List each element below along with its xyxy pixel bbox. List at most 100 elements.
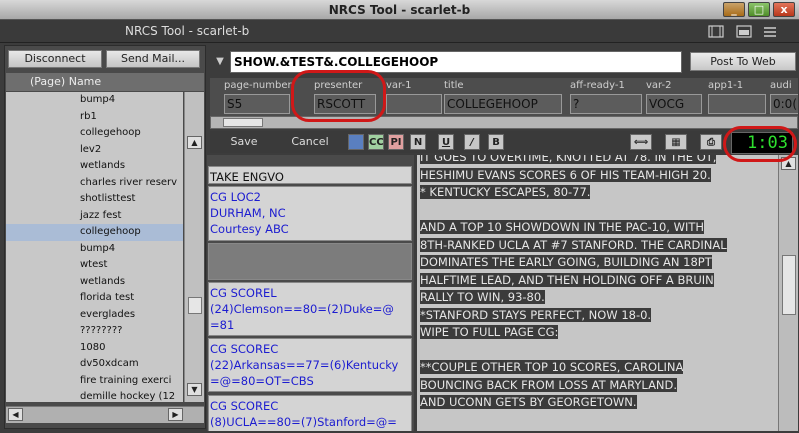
tool-subtitle-bar: NRCS Tool - scarlet-b [0, 20, 799, 43]
save-button[interactable]: Save [226, 134, 262, 150]
field-label: var-2 [646, 80, 672, 91]
cancel-button[interactable]: Cancel [288, 134, 332, 150]
story-title-field[interactable]: SHOW.&TEST&.COLLEGEHOOP [230, 51, 682, 73]
script-scroll-up-arrow[interactable]: ▲ [781, 157, 796, 170]
list-item[interactable]: dv50xdcam [6, 356, 183, 373]
italic-button[interactable]: / [464, 134, 480, 150]
list-item[interactable]: bump4 [6, 241, 183, 258]
script-line: *STANFORD STAYS PERFECT, NOW 18-0. [420, 307, 652, 323]
list-vertical-scrollbar[interactable]: ▲ ▼ [184, 92, 204, 402]
production-cue[interactable]: TAKE ENGVO [208, 166, 412, 184]
scroll-thumb[interactable] [188, 297, 202, 314]
production-cue[interactable]: CG SCOREL (24)Clemson==80=(2)Duke=@ =81 [208, 282, 412, 336]
maximize-button[interactable]: □ [748, 2, 770, 17]
list-item[interactable]: charles river reserv [6, 175, 183, 192]
field-app1-1: app1-1 [708, 80, 766, 114]
field-value-input[interactable]: RSCOTT [314, 94, 376, 114]
tool-subtitle: NRCS Tool - scarlet-b [125, 24, 250, 38]
script-copy-area[interactable]: IT GOES TO OVERTIME, KNOTTED AT 78. IN T… [417, 155, 778, 431]
script-line-text: AND A TOP 10 SHOWDOWN IN THE PAC-10, WIT… [420, 220, 705, 234]
presenter-mode-button[interactable] [348, 134, 364, 150]
list-item[interactable]: lev2 [6, 142, 183, 159]
list-item[interactable]: wetlands [6, 274, 183, 291]
list-item[interactable]: everglades [6, 307, 183, 324]
story-duration-timer: 1:03 [731, 132, 793, 154]
scroll-down-arrow[interactable]: ▼ [187, 383, 202, 396]
script-scroll-thumb[interactable] [782, 255, 796, 315]
list-horizontal-scrollbar[interactable]: ◀ ▶ [6, 406, 204, 423]
script-line-text: HESHIMU EVANS SCORES 6 OF HIS TEAM-HIGH … [420, 167, 711, 182]
field-value-input[interactable]: S5 [224, 94, 290, 114]
script-line: RALLY TO WIN, 93-80. [420, 289, 545, 305]
field-label: page-number [224, 80, 292, 91]
script-line-text: HALFTIME LEAD, AND THEN HOLDING OFF A BR… [420, 272, 714, 287]
scroll-up-arrow[interactable]: ▲ [187, 136, 202, 149]
window-titlebar: NRCS Tool - scarlet-b _ □ x [0, 0, 799, 20]
scroll-left-arrow[interactable]: ◀ [8, 408, 23, 421]
cc-button[interactable]: CC [368, 134, 384, 150]
column-header-page-name[interactable]: (Page) Name [6, 73, 204, 91]
story-form-fields: page-number S5 presenter RSCOTT var-1 title CO… [210, 78, 798, 116]
field-aff-ready-1: aff-ready-1? [570, 80, 642, 114]
send-mail-button[interactable]: Send Mail... [106, 50, 200, 68]
window-controls: _ □ x [723, 2, 795, 17]
script-line-text: AND UCONN GETS BY GEORGETOWN. [420, 395, 637, 409]
script-line-text: IT GOES TO OVERTIME, KNOTTED AT 78. IN T… [420, 155, 717, 164]
field-value-input[interactable]: 0:0( [770, 94, 798, 114]
field-label: audi [770, 80, 792, 91]
production-cue[interactable]: CG LOC2 DURHAM, NC Courtesy ABC [208, 186, 412, 241]
field-audi: audi 0:0( [770, 80, 798, 114]
field-value-input[interactable]: VOCG [646, 94, 702, 114]
production-cue[interactable] [208, 243, 412, 280]
fields-scroll-thumb[interactable] [223, 118, 263, 127]
list-item[interactable]: florida test [6, 290, 183, 307]
field-var-1: var-1 [386, 80, 442, 114]
field-label: var-1 [386, 80, 412, 91]
keyboard-icon[interactable]: ▦ [665, 134, 687, 150]
dock-icon[interactable] [736, 25, 752, 38]
menu-icon[interactable] [762, 25, 778, 38]
production-cue[interactable]: CG SCOREC (22)Arkansas==77=(6)Kentucky =… [208, 338, 412, 392]
pi-button[interactable]: PI [388, 134, 404, 150]
script-vertical-scrollbar[interactable]: ▲ [778, 155, 798, 431]
production-cue[interactable]: CG SCOREC (8)UCLA==80=(7)Stanford=@= [208, 395, 412, 431]
list-item[interactable]: demille hockey (12 [6, 389, 183, 402]
list-item[interactable]: ???????? [6, 323, 183, 340]
scroll-right-arrow[interactable]: ▶ [168, 408, 183, 421]
field-label: aff-ready-1 [570, 80, 625, 91]
disconnect-button[interactable]: Disconnect [8, 50, 102, 68]
script-toolbar: Save Cancel CC PI N U / B ⟺ ▦ ⎙ 1:03 [210, 131, 798, 154]
list-item[interactable]: wtest [6, 257, 183, 274]
film-icon[interactable] [708, 25, 724, 38]
field-value-input[interactable]: ? [570, 94, 642, 114]
field-value-input[interactable] [386, 94, 442, 114]
chevron-down-icon[interactable]: ▼ [212, 52, 228, 72]
minimize-button[interactable]: _ [723, 2, 745, 17]
list-item[interactable]: jazz fest [6, 208, 183, 225]
field-value-input[interactable]: COLLEGEHOOP [444, 94, 562, 114]
script-line: **COUPLE OTHER TOP 10 SCORES, CAROLINA [420, 359, 684, 375]
fields-horizontal-scrollbar[interactable] [210, 116, 798, 129]
script-line-text: *STANFORD STAYS PERFECT, NOW 18-0. [420, 307, 652, 322]
script-line: * KENTUCKY ESCAPES, 80-77. [420, 184, 591, 200]
script-line-text: RALLY TO WIN, 93-80. [420, 290, 545, 304]
field-value-input[interactable] [708, 94, 766, 114]
bold-button[interactable]: B [488, 134, 504, 150]
list-item[interactable]: wetlands [6, 158, 183, 175]
script-line: 8TH-RANKED UCLA AT #7 STANFORD. THE CARD… [420, 237, 727, 253]
list-item[interactable]: bump4 [6, 92, 183, 109]
list-item[interactable]: fire training exerci [6, 373, 183, 390]
story-header: ▼ SHOW.&TEST&.COLLEGEHOOP Post To Web [210, 48, 798, 76]
print-icon[interactable]: ⎙ [700, 134, 722, 150]
underline-button[interactable]: U [438, 134, 454, 150]
rundown-panel: Disconnect Send Mail... (Page) Name bump… [4, 45, 206, 429]
list-item[interactable]: collegehoop [6, 125, 183, 142]
list-item[interactable]: shotlisttest [6, 191, 183, 208]
close-button[interactable]: x [773, 2, 795, 17]
list-item[interactable]: collegehoop [6, 224, 183, 241]
split-icon[interactable]: ⟺ [630, 134, 652, 150]
list-item[interactable]: 1080 [6, 340, 183, 357]
normal-text-button[interactable]: N [410, 134, 426, 150]
post-to-web-button[interactable]: Post To Web [690, 52, 796, 71]
list-item[interactable]: rb1 [6, 109, 183, 126]
